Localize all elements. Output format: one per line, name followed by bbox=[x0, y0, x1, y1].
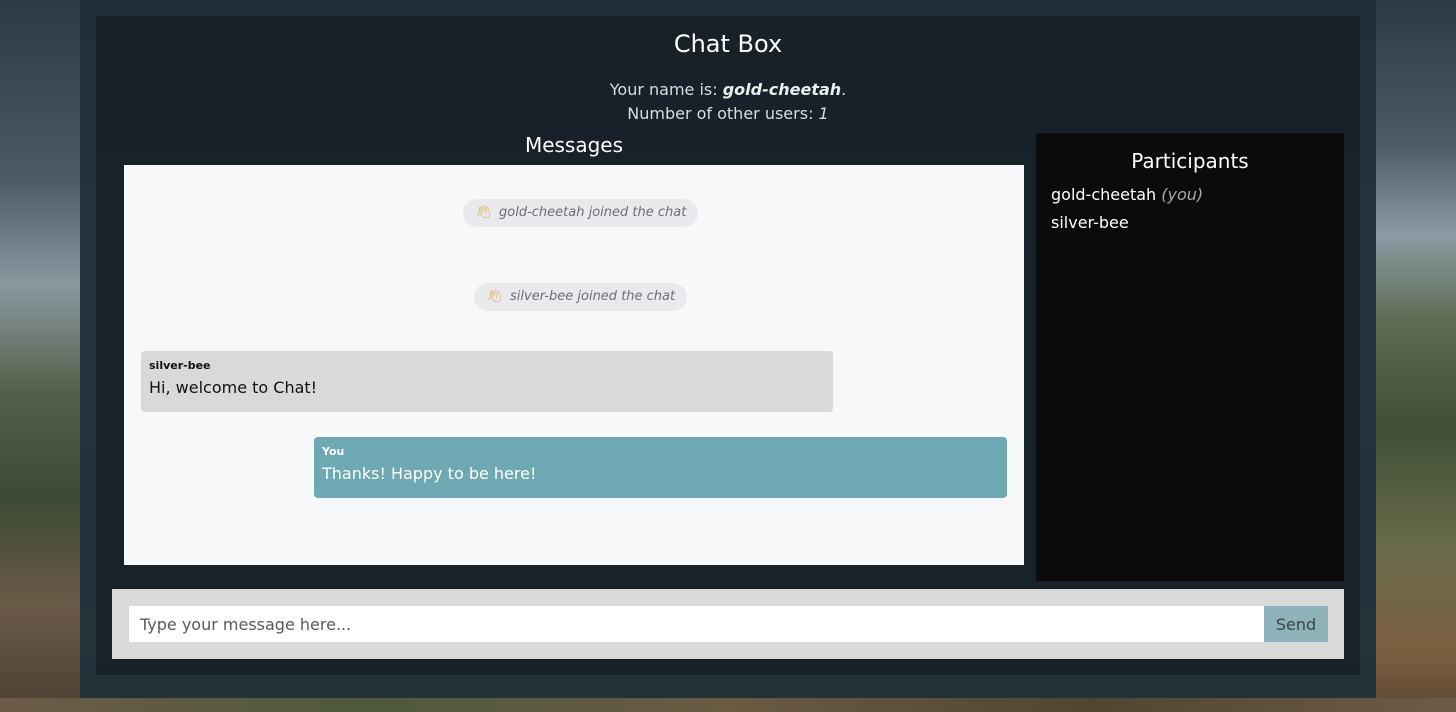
message-bubble-outgoing: You Thanks! Happy to be here! bbox=[314, 437, 1007, 498]
page-title: Chat Box bbox=[673, 30, 783, 58]
background-mountain-right bbox=[1376, 0, 1456, 712]
system-message-text: silver-bee joined the chat bbox=[510, 289, 676, 304]
system-message-text: gold-cheetah joined the chat bbox=[499, 205, 687, 220]
message-text: Thanks! Happy to be here! bbox=[322, 464, 537, 483]
waving-hand-icon: 👋︎ bbox=[475, 205, 492, 220]
message-author: You bbox=[322, 445, 345, 458]
messages-heading: Messages bbox=[524, 133, 624, 157]
system-message: 👋︎ gold-cheetah joined the chat bbox=[463, 199, 699, 227]
participants-panel: Participants gold-cheetah (you) silver-b… bbox=[1036, 133, 1344, 581]
participant-name: gold-cheetah bbox=[1051, 185, 1157, 204]
name-line: Your name is: gold-cheetah. bbox=[96, 78, 1360, 102]
other-users-count: 1 bbox=[818, 104, 829, 123]
username: gold-cheetah bbox=[722, 80, 842, 99]
background-mountain-left bbox=[0, 0, 80, 712]
message-bubble-incoming: silver-bee Hi, welcome to Chat! bbox=[141, 351, 833, 412]
background-ground bbox=[0, 698, 1456, 712]
send-button[interactable]: Send bbox=[1264, 606, 1328, 642]
participant-self-tag: (you) bbox=[1161, 185, 1204, 204]
other-users-line: Number of other users: 1 bbox=[96, 102, 1360, 126]
system-message: 👋︎ silver-bee joined the chat bbox=[474, 283, 688, 311]
other-users-prefix: Number of other users: bbox=[627, 104, 819, 123]
participants-heading: Participants bbox=[1131, 149, 1249, 173]
participants-list: gold-cheetah (you) silver-bee bbox=[1051, 181, 1203, 237]
waving-hand-icon: 👋︎ bbox=[486, 289, 503, 304]
participant-name: silver-bee bbox=[1051, 213, 1129, 232]
message-author: silver-bee bbox=[149, 359, 211, 372]
message-input[interactable] bbox=[129, 606, 1264, 642]
name-suffix: . bbox=[841, 80, 847, 99]
name-prefix: Your name is: bbox=[609, 80, 723, 99]
message-text: Hi, welcome to Chat! bbox=[149, 378, 318, 397]
user-info: Your name is: gold-cheetah. Number of ot… bbox=[96, 78, 1360, 126]
participant-item: gold-cheetah (you) bbox=[1051, 181, 1203, 209]
messages-list[interactable]: 👋︎ gold-cheetah joined the chat 👋︎ silver-… bbox=[124, 165, 1024, 565]
participant-item: silver-bee bbox=[1051, 209, 1203, 237]
